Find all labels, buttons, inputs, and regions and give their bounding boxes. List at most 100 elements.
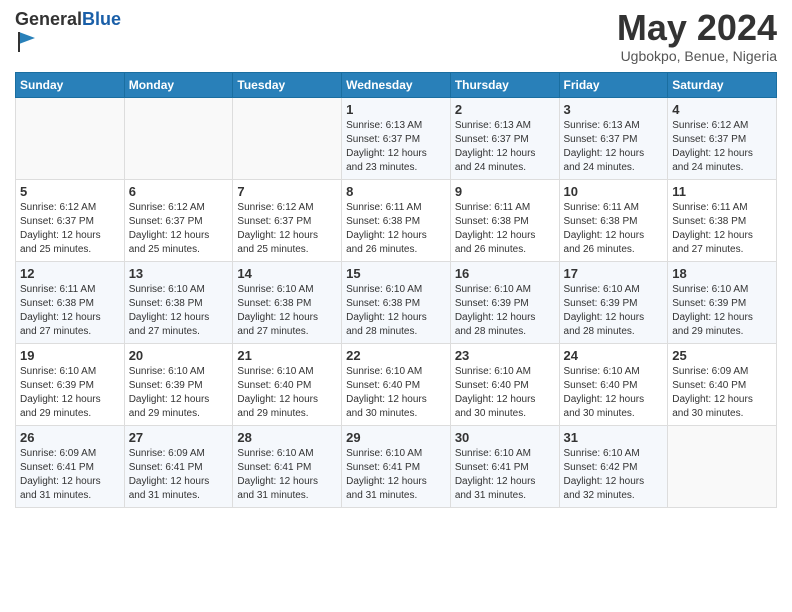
day-number: 4	[672, 102, 772, 117]
sunset-text: Sunset: 6:37 PM	[455, 134, 529, 145]
daylight-text: Daylight: 12 hours and 29 minutes.	[129, 394, 210, 419]
sunset-text: Sunset: 6:38 PM	[237, 298, 311, 309]
sunset-text: Sunset: 6:41 PM	[129, 462, 203, 473]
day-cell-3-5: 24Sunrise: 6:10 AMSunset: 6:40 PMDayligh…	[559, 344, 668, 426]
day-number: 6	[129, 184, 229, 199]
daylight-text: Daylight: 12 hours and 28 minutes.	[564, 312, 645, 337]
sunrise-text: Sunrise: 6:13 AM	[346, 120, 422, 131]
sunrise-text: Sunrise: 6:10 AM	[564, 366, 640, 377]
daylight-text: Daylight: 12 hours and 29 minutes.	[20, 394, 101, 419]
day-cell-2-4: 16Sunrise: 6:10 AMSunset: 6:39 PMDayligh…	[450, 262, 559, 344]
daylight-text: Daylight: 12 hours and 23 minutes.	[346, 148, 427, 173]
sunrise-text: Sunrise: 6:09 AM	[672, 366, 748, 377]
logo-flag-icon	[17, 30, 41, 54]
day-number: 12	[20, 266, 120, 281]
day-cell-3-0: 19Sunrise: 6:10 AMSunset: 6:39 PMDayligh…	[16, 344, 125, 426]
day-number: 23	[455, 348, 555, 363]
day-cell-2-6: 18 Sunrise: 6:10 AM Sunset: 6:39 PM Dayligh…	[668, 262, 777, 344]
sunrise-text: Sunrise: 6:10 AM	[455, 366, 531, 377]
day-number: 3	[564, 102, 664, 117]
day-info: Sunrise: 6:10 AMSunset: 6:39 PMDaylight:…	[20, 365, 120, 421]
day-number: 1	[346, 102, 446, 117]
sunrise-text: Sunrise: 6:10 AM	[129, 284, 205, 295]
sunrise-text: Sunrise: 6:11 AM	[672, 202, 747, 213]
sunset-text: Sunset: 6:40 PM	[455, 380, 529, 391]
day-info: Sunrise: 6:10 AMSunset: 6:40 PMDaylight:…	[237, 365, 337, 421]
daylight-text: Daylight: 12 hours and 28 minutes.	[346, 312, 427, 337]
day-number: 2	[455, 102, 555, 117]
logo: GeneralBlue	[15, 10, 121, 59]
sunrise-text: Sunrise: 6:12 AM	[129, 202, 205, 213]
day-cell-1-1: 6Sunrise: 6:12 AMSunset: 6:37 PMDaylight…	[124, 180, 233, 262]
day-cell-2-1: 13Sunrise: 6:10 AMSunset: 6:38 PMDayligh…	[124, 262, 233, 344]
sunset-text: Sunset: 6:37 PM	[672, 134, 746, 145]
day-info: Sunrise: 6:10 AMSunset: 6:41 PMDaylight:…	[237, 447, 337, 503]
daylight-text: Daylight: 12 hours and 27 minutes.	[129, 312, 210, 337]
sunset-text: Sunset: 6:40 PM	[672, 380, 746, 391]
sunset-text: Sunset: 6:41 PM	[237, 462, 311, 473]
day-info: Sunrise: 6:13 AM Sunset: 6:37 PM Daylight:…	[564, 119, 664, 175]
sunset-text: Sunset: 6:38 PM	[346, 216, 420, 227]
sunset-text: Sunset: 6:37 PM	[564, 134, 638, 145]
sunset-text: Sunset: 6:39 PM	[672, 298, 746, 309]
day-cell-4-3: 29Sunrise: 6:10 AMSunset: 6:41 PMDayligh…	[342, 426, 451, 508]
day-cell-4-0: 26Sunrise: 6:09 AMSunset: 6:41 PMDayligh…	[16, 426, 125, 508]
title-section: May 2024 Ugbokpo, Benue, Nigeria	[617, 10, 777, 64]
daylight-text: Daylight: 12 hours and 26 minutes.	[455, 230, 536, 255]
day-cell-4-1: 27Sunrise: 6:09 AMSunset: 6:41 PMDayligh…	[124, 426, 233, 508]
day-number: 15	[346, 266, 446, 281]
sunset-text: Sunset: 6:40 PM	[564, 380, 638, 391]
daylight-text: Daylight: 12 hours and 27 minutes.	[237, 312, 318, 337]
week-row-1: 1 Sunrise: 6:13 AM Sunset: 6:37 PM Daylight…	[16, 98, 777, 180]
sunset-text: Sunset: 6:38 PM	[672, 216, 746, 227]
daylight-text: Daylight: 12 hours and 29 minutes.	[672, 312, 753, 337]
daylight-text: Daylight: 12 hours and 26 minutes.	[346, 230, 427, 255]
sunset-text: Sunset: 6:37 PM	[20, 216, 94, 227]
weekday-header-row: Sunday Monday Tuesday Wednesday Thursday…	[16, 73, 777, 98]
sunrise-text: Sunrise: 6:10 AM	[237, 448, 313, 459]
day-cell-1-4: 9Sunrise: 6:11 AMSunset: 6:38 PMDaylight…	[450, 180, 559, 262]
day-number: 31	[564, 430, 664, 445]
sunset-text: Sunset: 6:40 PM	[346, 380, 420, 391]
sunset-text: Sunset: 6:38 PM	[346, 298, 420, 309]
daylight-text: Daylight: 12 hours and 30 minutes.	[564, 394, 645, 419]
day-number: 22	[346, 348, 446, 363]
day-cell-2-0: 12Sunrise: 6:11 AMSunset: 6:38 PMDayligh…	[16, 262, 125, 344]
daylight-text: Daylight: 12 hours and 27 minutes.	[672, 230, 753, 255]
daylight-text: Daylight: 12 hours and 24 minutes.	[564, 148, 645, 173]
day-cell-3-3: 22Sunrise: 6:10 AMSunset: 6:40 PMDayligh…	[342, 344, 451, 426]
day-number: 30	[455, 430, 555, 445]
sunrise-text: Sunrise: 6:13 AM	[455, 120, 531, 131]
day-cell-0-5: 3 Sunrise: 6:13 AM Sunset: 6:37 PM Daylight…	[559, 98, 668, 180]
header: GeneralBlue May 2024 Ugbokpo, Benue, Nig…	[15, 10, 777, 64]
day-info: Sunrise: 6:09 AMSunset: 6:40 PMDaylight:…	[672, 365, 772, 421]
week-row-3: 12Sunrise: 6:11 AMSunset: 6:38 PMDayligh…	[16, 262, 777, 344]
day-number: 11	[672, 184, 772, 199]
sunrise-text: Sunrise: 6:12 AM	[672, 120, 748, 131]
day-cell-2-2: 14Sunrise: 6:10 AMSunset: 6:38 PMDayligh…	[233, 262, 342, 344]
sunrise-text: Sunrise: 6:13 AM	[564, 120, 640, 131]
day-cell-3-6: 25Sunrise: 6:09 AMSunset: 6:40 PMDayligh…	[668, 344, 777, 426]
calendar-table: Sunday Monday Tuesday Wednesday Thursday…	[15, 72, 777, 508]
sunrise-text: Sunrise: 6:10 AM	[346, 366, 422, 377]
sunset-text: Sunset: 6:39 PM	[564, 298, 638, 309]
sunset-text: Sunset: 6:39 PM	[455, 298, 529, 309]
day-info: Sunrise: 6:10 AMSunset: 6:39 PMDaylight:…	[129, 365, 229, 421]
day-info: Sunrise: 6:12 AMSunset: 6:37 PMDaylight:…	[20, 201, 120, 257]
day-number: 26	[20, 430, 120, 445]
sunset-text: Sunset: 6:38 PM	[564, 216, 638, 227]
day-number: 18	[672, 266, 772, 281]
header-tuesday: Tuesday	[233, 73, 342, 98]
sunrise-text: Sunrise: 6:10 AM	[129, 366, 205, 377]
sunrise-text: Sunrise: 6:10 AM	[564, 448, 640, 459]
day-number: 27	[129, 430, 229, 445]
daylight-text: Daylight: 12 hours and 31 minutes.	[20, 476, 101, 501]
day-number: 17	[564, 266, 664, 281]
day-number: 13	[129, 266, 229, 281]
day-info: Sunrise: 6:12 AMSunset: 6:37 PMDaylight:…	[672, 119, 772, 175]
sunrise-text: Sunrise: 6:10 AM	[672, 284, 748, 295]
sunset-text: Sunset: 6:40 PM	[237, 380, 311, 391]
day-info: Sunrise: 6:10 AM Sunset: 6:39 PM Daylight:…	[672, 283, 772, 339]
sunrise-text: Sunrise: 6:10 AM	[455, 284, 531, 295]
logo-text: GeneralBlue	[15, 10, 121, 59]
